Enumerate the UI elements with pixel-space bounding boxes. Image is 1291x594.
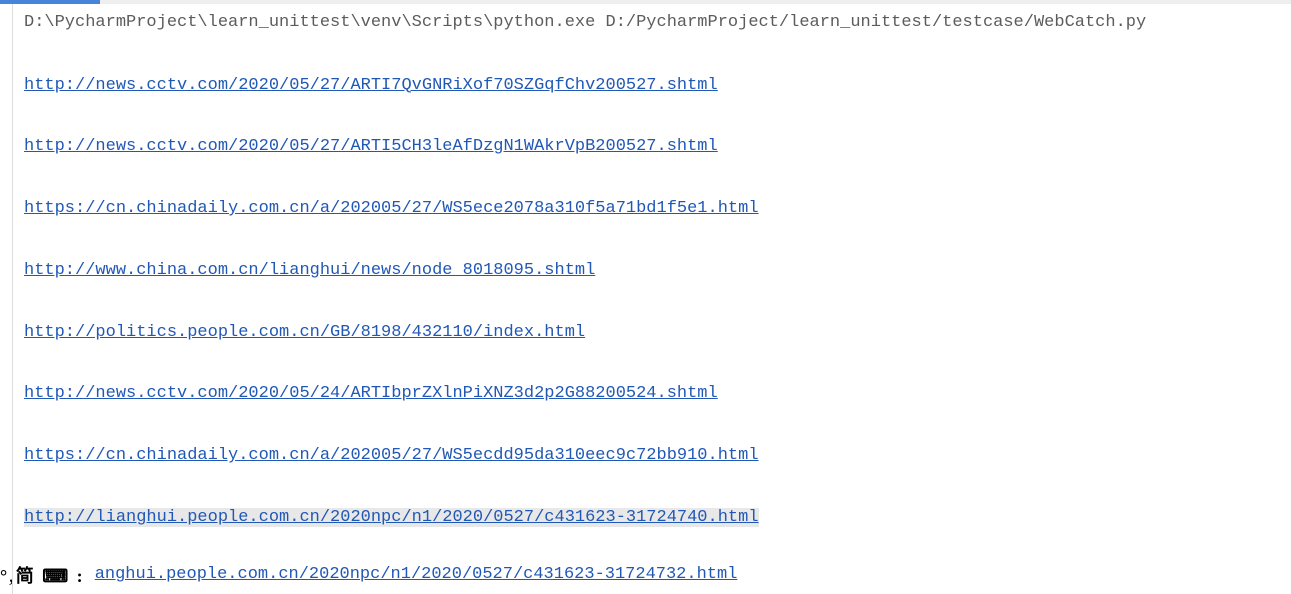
url-line: http://news.cctv.com/2020/05/24/ARTIbprZ… — [24, 382, 1291, 406]
console-top-border — [0, 0, 1291, 4]
output-url[interactable]: http://politics.people.com.cn/GB/8198/43… — [24, 323, 585, 342]
url-line: https://cn.chinadaily.com.cn/a/202005/27… — [24, 444, 1291, 468]
output-url[interactable]: http://news.cctv.com/2020/05/27/ARTI5CH3… — [24, 137, 718, 156]
url-line: http://politics.people.com.cn/GB/8198/43… — [24, 321, 1291, 345]
last-output-row: °,简 ⌨ : anghui.people.com.cn/2020npc/n1/… — [24, 562, 1291, 588]
url-line: http://www.china.com.cn/lianghui/news/no… — [24, 259, 1291, 283]
output-url[interactable]: http://lianghui.people.com.cn/2020npc/n1… — [24, 508, 759, 527]
url-list: http://news.cctv.com/2020/05/27/ARTI7QvG… — [24, 74, 1291, 530]
console-output: D:\PycharmProject\learn_unittest\venv\Sc… — [0, 0, 1291, 588]
output-url-partial[interactable]: anghui.people.com.cn/2020npc/n1/2020/052… — [95, 565, 738, 584]
output-url[interactable]: http://news.cctv.com/2020/05/27/ARTI7QvG… — [24, 76, 718, 95]
output-url[interactable]: https://cn.chinadaily.com.cn/a/202005/27… — [24, 199, 759, 218]
output-url[interactable]: http://news.cctv.com/2020/05/24/ARTIbprZ… — [24, 384, 718, 403]
url-line: http://news.cctv.com/2020/05/27/ARTI7QvG… — [24, 74, 1291, 98]
output-url[interactable]: https://cn.chinadaily.com.cn/a/202005/27… — [24, 446, 759, 465]
console-gutter-border — [12, 4, 13, 594]
command-line: D:\PycharmProject\learn_unittest\venv\Sc… — [24, 10, 1291, 36]
url-line: https://cn.chinadaily.com.cn/a/202005/27… — [24, 197, 1291, 221]
console-active-tab-indicator — [0, 0, 100, 4]
url-line: http://news.cctv.com/2020/05/27/ARTI5CH3… — [24, 135, 1291, 159]
url-line: http://lianghui.people.com.cn/2020npc/n1… — [24, 506, 1291, 530]
output-url[interactable]: http://www.china.com.cn/lianghui/news/no… — [24, 261, 595, 280]
